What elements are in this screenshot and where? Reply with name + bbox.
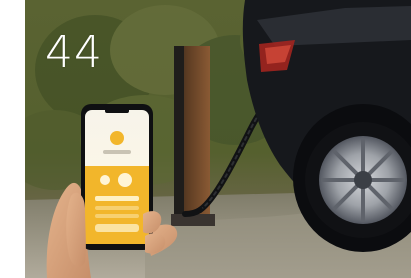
overlay-number: 44 [45,27,103,78]
